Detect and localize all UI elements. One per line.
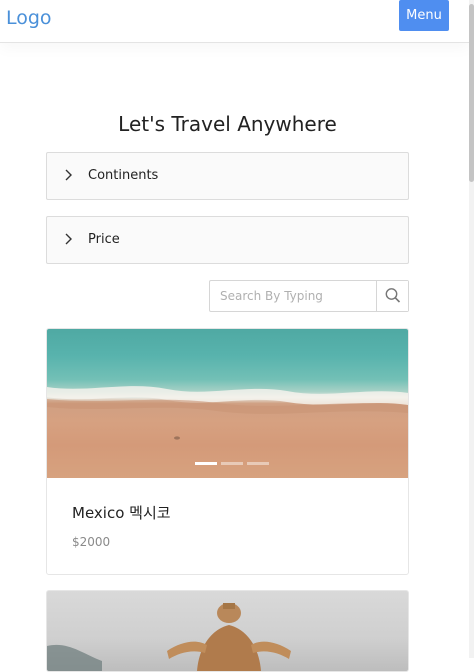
logo-link[interactable]: Logo xyxy=(6,7,52,29)
scrollbar-thumb[interactable] xyxy=(469,4,474,182)
filter-price-label: Price xyxy=(88,232,120,247)
filter-continents-accordion[interactable]: Continents xyxy=(46,152,409,200)
destination-card[interactable]: Mexico 멕시코 $2000 xyxy=(46,328,409,575)
top-navbar: Logo Menu xyxy=(0,0,470,43)
search-button[interactable] xyxy=(376,281,408,311)
chevron-right-icon xyxy=(65,233,72,245)
page-title: Let's Travel Anywhere xyxy=(118,112,337,136)
card-title: Mexico 멕시코 xyxy=(72,504,171,522)
filter-price-accordion[interactable]: Price xyxy=(46,216,409,264)
carousel-dot[interactable] xyxy=(221,462,243,465)
golden-statue-photo xyxy=(47,603,291,671)
carousel-dot[interactable] xyxy=(247,462,269,465)
carousel-dot[interactable] xyxy=(195,462,217,465)
destination-card[interactable] xyxy=(46,590,409,672)
card-price: $2000 xyxy=(72,535,111,549)
search-icon xyxy=(385,288,401,303)
filter-continents-label: Continents xyxy=(88,168,159,183)
page-scrollbar[interactable] xyxy=(469,0,474,658)
search-box xyxy=(209,280,409,312)
menu-button[interactable]: Menu xyxy=(399,0,449,31)
search-input[interactable] xyxy=(210,281,376,311)
card-image-carousel[interactable] xyxy=(47,329,408,478)
chevron-right-icon xyxy=(65,169,72,181)
carousel-indicators xyxy=(195,450,273,469)
